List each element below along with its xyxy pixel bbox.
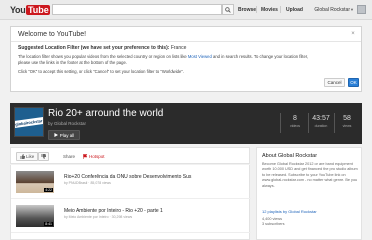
nav-upload[interactable]: Upload [286, 7, 303, 13]
search-button[interactable] [222, 4, 234, 15]
playlist-title: Rio 20+ arround the world [48, 108, 164, 119]
search-input[interactable] [52, 4, 222, 15]
playlist-owner[interactable]: by Global Rockstar [48, 121, 86, 126]
logo-tube: Tube [26, 4, 51, 15]
video-thumbnail[interactable]: 4:22 [16, 171, 54, 193]
list-item[interactable]: 4:22 Rio+20 Conferência da ONU sobre Des… [11, 165, 251, 199]
nav-movies[interactable]: Movies [261, 7, 278, 13]
video-meta: by Meio Ambiente por Inteiro · 30,298 vi… [64, 215, 133, 219]
video-duration: 4:22 [44, 188, 53, 192]
user-name[interactable]: Global Rockstar [314, 7, 350, 13]
hotspot-label: Hotspot [89, 154, 105, 159]
about-description: Become Global Rockstar 2012 or are band … [262, 162, 358, 188]
youtube-logo[interactable]: You Tube [10, 3, 51, 16]
video-meta: by PNUDBrasil · 85,078 views [64, 181, 111, 185]
video-title[interactable]: Meio Ambiente por Inteiro - Rio +20 - pa… [64, 208, 163, 214]
masthead: You Tube Browse Movies Upload Global Roc… [0, 0, 372, 20]
avatar[interactable] [357, 5, 366, 14]
flag-icon [83, 154, 88, 159]
like-button[interactable]: Like [16, 152, 39, 161]
stat-divider [280, 113, 281, 133]
nav-divider [256, 6, 257, 13]
about-title: About Global Rockstar [262, 153, 318, 159]
nav-browse[interactable]: Browse [238, 7, 256, 13]
stat-number: 8 [293, 115, 297, 122]
like-label: Like [26, 154, 35, 159]
stat-number: 43:57 [312, 115, 330, 122]
video-title[interactable]: Rio+20 Conferência da ONU sobre Desenvol… [64, 174, 191, 180]
chevron-down-icon[interactable]: ▼ [350, 7, 354, 12]
stat-duration: 43:57 duration [308, 115, 334, 128]
thumbs-down-icon [41, 154, 46, 159]
share-button[interactable]: Share [63, 152, 75, 161]
hotspot-button[interactable]: Hotspot [83, 152, 105, 161]
suggested-filter: Suggested Location Filter (we have set y… [18, 45, 186, 51]
suggested-label: Suggested Location Filter (we have set y… [18, 45, 170, 51]
body-text: The location filter shows you popular vi… [18, 54, 187, 59]
logo-you: You [10, 4, 26, 15]
close-icon[interactable]: × [350, 31, 356, 37]
video-list: 4:22 Rio+20 Conferência da ONU sobre Des… [10, 165, 251, 240]
thumbs-up-icon [20, 154, 25, 159]
thumbnail-brand: globalrockstar [15, 116, 43, 128]
playlist-header: globalrockstar Rio 20+ arround the world… [10, 103, 362, 144]
stat-videos: 8 videos [282, 115, 308, 128]
most-viewed-link[interactable]: Most Viewed [188, 54, 212, 59]
list-item[interactable]: 8:41 Meio Ambiente por Inteiro - Rio +20… [11, 199, 251, 233]
playlists-link[interactable]: 12 playlists by Global Rockstar [262, 209, 317, 214]
ok-button[interactable]: OK [348, 78, 359, 87]
stat-label: views [342, 124, 352, 128]
divider [11, 41, 361, 42]
welcome-dialog: Welcome to YouTube! × Suggested Location… [10, 26, 362, 92]
stat-label: videos [289, 124, 301, 128]
dialog-title: Welcome to YouTube! [18, 31, 87, 38]
play-all-label: Play all [59, 132, 75, 138]
dialog-instructions: Click "OK" to accept this setting, or cl… [18, 69, 184, 74]
video-duration: 8:41 [44, 222, 53, 226]
cancel-button[interactable]: Cancel [324, 78, 345, 87]
about-panel: About Global Rockstar Become Global Rock… [256, 147, 362, 240]
play-all-button[interactable]: Play all [48, 130, 80, 140]
video-thumbnail[interactable]: 8:41 [16, 205, 54, 227]
stat-number: 58 [343, 115, 351, 122]
channel-stats: 4,400 views 3 subscribers [262, 217, 285, 227]
suggested-value: France [170, 45, 187, 51]
stat-label: duration [314, 124, 328, 128]
play-icon [54, 133, 58, 137]
playlist-thumbnail[interactable]: globalrockstar [14, 107, 44, 137]
dialog-body: The location filter shows you popular vi… [18, 54, 318, 66]
search-icon [225, 6, 231, 13]
nav-divider [280, 6, 281, 13]
actions-bar: Like Share Hotspot [10, 147, 250, 164]
stat-views: 58 views [334, 115, 360, 128]
dislike-button[interactable] [38, 152, 49, 161]
